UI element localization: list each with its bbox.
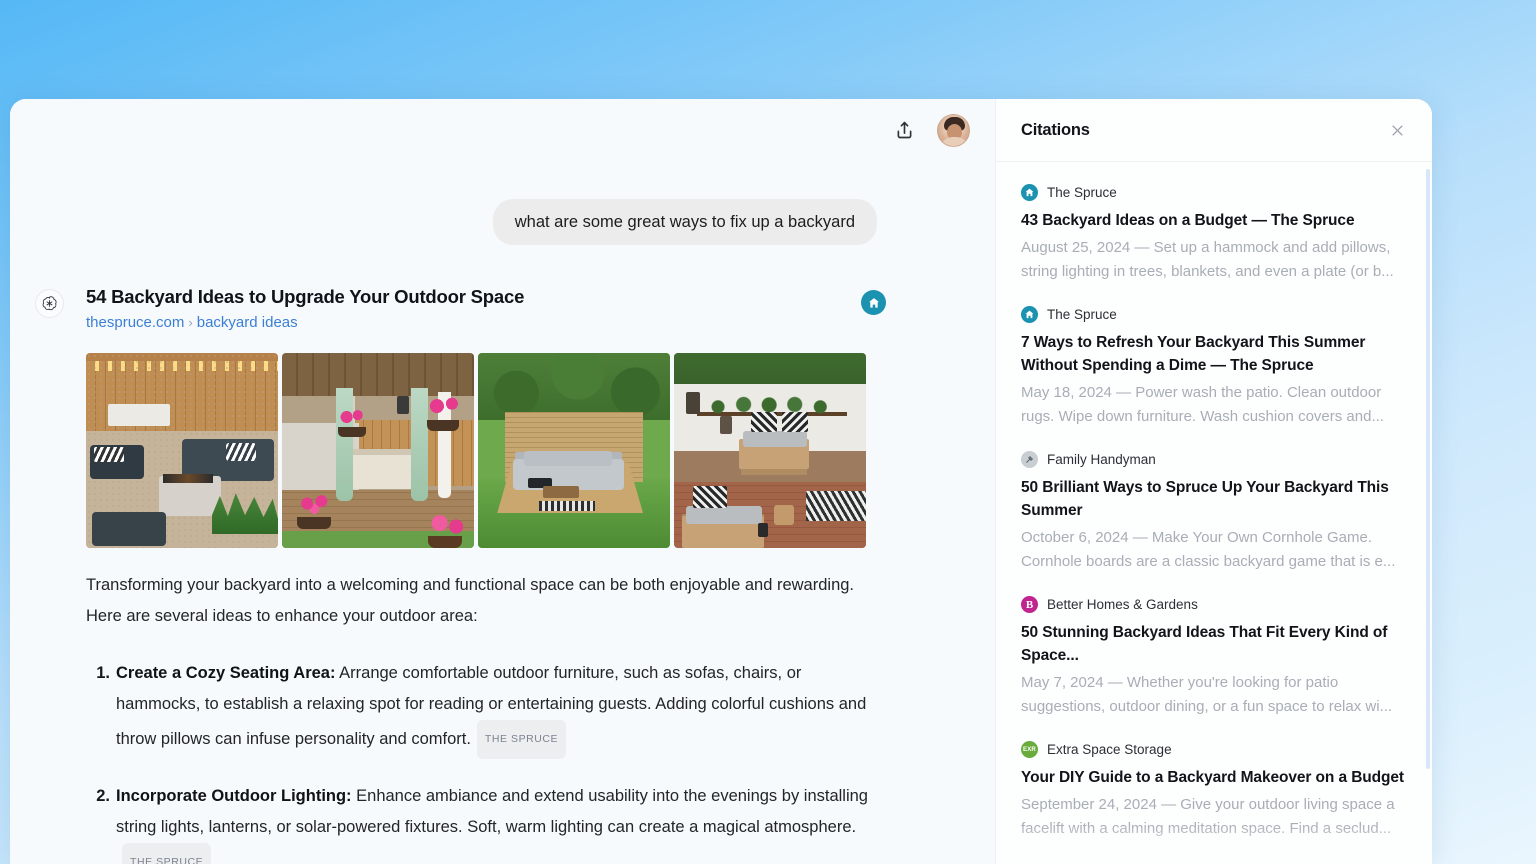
citation-source-name: Better Homes & Gardens: [1047, 597, 1198, 612]
result-domain[interactable]: thespruce.com: [86, 314, 184, 331]
citations-panel: Citations The Spruce 43 Backyard Ideas o…: [995, 99, 1432, 864]
search-result-header[interactable]: 54 Backyard Ideas to Upgrade Your Outdoo…: [86, 286, 886, 331]
citations-scrollbar[interactable]: [1426, 169, 1430, 769]
answer-intro: Transforming your backyard into a welcom…: [86, 576, 855, 626]
answer-body: Transforming your backyard into a welcom…: [86, 570, 876, 864]
avatar[interactable]: [937, 113, 970, 147]
citations-list[interactable]: The Spruce 43 Backyard Ideas on a Budget…: [996, 162, 1432, 864]
citation-snippet: October 6, 2024 — Make Your Own Cornhole…: [1021, 529, 1396, 570]
citation-source-name: The Spruce: [1047, 307, 1117, 322]
result-title[interactable]: 54 Backyard Ideas to Upgrade Your Outdoo…: [86, 286, 861, 308]
citation-item[interactable]: B Better Homes & Gardens 50 Stunning Bac…: [1021, 596, 1410, 719]
answer-list: Create a Cozy Seating Area: Arrange comf…: [86, 658, 876, 864]
list-item: Incorporate Outdoor Lighting: Enhance am…: [86, 781, 876, 864]
bhg-letter-b-icon: B: [1021, 596, 1038, 613]
list-item: Create a Cozy Seating Area: Arrange comf…: [86, 658, 876, 760]
citation-source: B Better Homes & Gardens: [1021, 596, 1410, 613]
citation-source-name: Extra Space Storage: [1047, 742, 1172, 757]
result-image-2[interactable]: [282, 353, 474, 549]
citation-source: The Spruce: [1021, 184, 1410, 201]
share-icon[interactable]: [887, 113, 921, 147]
result-image-1[interactable]: [86, 353, 278, 549]
citation-source: The Spruce: [1021, 306, 1410, 323]
extra-space-storage-icon: EXR: [1021, 741, 1038, 758]
hammer-icon: [1021, 451, 1038, 468]
result-image-3[interactable]: [478, 353, 670, 549]
citations-title: Citations: [1021, 120, 1090, 139]
citation-source: EXR Extra Space Storage: [1021, 741, 1410, 758]
assistant-message-row: 54 Backyard Ideas to Upgrade Your Outdoo…: [10, 245, 995, 864]
result-image-strip[interactable]: [86, 353, 886, 549]
chat-header: [10, 99, 995, 161]
citation-title[interactable]: 50 Stunning Backyard Ideas That Fit Ever…: [1021, 621, 1410, 667]
result-image-4[interactable]: [674, 353, 866, 549]
citation-item[interactable]: Family Handyman 50 Brilliant Ways to Spr…: [1021, 451, 1410, 574]
result-path[interactable]: backyard ideas: [197, 314, 298, 331]
citation-snippet: May 18, 2024 — Power wash the patio. Cle…: [1021, 384, 1384, 425]
close-x-icon[interactable]: [1384, 117, 1410, 143]
user-message-row: what are some great ways to fix up a bac…: [10, 161, 995, 246]
citation-title[interactable]: 43 Backyard Ideas on a Budget — The Spru…: [1021, 209, 1410, 232]
chat-scroll-area[interactable]: what are some great ways to fix up a bac…: [10, 161, 995, 864]
avatar-face: [947, 123, 962, 140]
citation-chip[interactable]: THE SPRUCE: [476, 720, 567, 760]
chevron-right-icon: ›: [188, 315, 193, 331]
list-item-title: Incorporate Outdoor Lighting:: [116, 787, 352, 806]
result-breadcrumb[interactable]: thespruce.com › backyard ideas: [86, 314, 861, 331]
citations-header: Citations: [996, 99, 1432, 162]
citation-source-name: The Spruce: [1047, 185, 1117, 200]
citation-title[interactable]: 50 Brilliant Ways to Spruce Up Your Back…: [1021, 476, 1410, 522]
the-spruce-house-icon: [861, 290, 886, 316]
citation-source-name: Family Handyman: [1047, 452, 1156, 467]
citation-source: Family Handyman: [1021, 451, 1410, 468]
citation-snippet: September 24, 2024 — Give your outdoor l…: [1021, 796, 1395, 837]
citation-item[interactable]: The Spruce 43 Backyard Ideas on a Budget…: [1021, 184, 1410, 284]
list-item-title: Create a Cozy Seating Area:: [116, 664, 336, 683]
citation-snippet: May 7, 2024 — Whether you're looking for…: [1021, 674, 1393, 715]
citation-chip[interactable]: THE SPRUCE: [122, 843, 212, 864]
citation-title[interactable]: Your DIY Guide to a Backyard Makeover on…: [1021, 766, 1410, 789]
user-message-bubble: what are some great ways to fix up a bac…: [492, 199, 877, 246]
citation-title[interactable]: 7 Ways to Refresh Your Backyard This Sum…: [1021, 331, 1410, 377]
citation-item[interactable]: EXR Extra Space Storage Your DIY Guide t…: [1021, 741, 1410, 841]
openai-logo-icon: [35, 289, 64, 319]
app-window: what are some great ways to fix up a bac…: [10, 99, 1432, 864]
citation-snippet: August 25, 2024 — Set up a hammock and a…: [1021, 239, 1394, 280]
assistant-body: 54 Backyard Ideas to Upgrade Your Outdoo…: [86, 286, 886, 864]
citation-item[interactable]: The Spruce 7 Ways to Refresh Your Backya…: [1021, 306, 1410, 429]
chat-column: what are some great ways to fix up a bac…: [10, 99, 995, 864]
the-spruce-house-icon: [1021, 184, 1038, 201]
the-spruce-house-icon: [1021, 306, 1038, 323]
